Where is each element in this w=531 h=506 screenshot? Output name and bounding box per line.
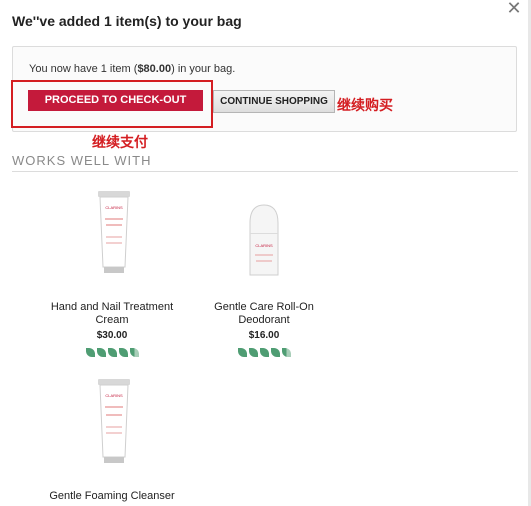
rating-stars — [42, 348, 182, 357]
product-name[interactable]: Gentle Care Roll-On Deodorant — [194, 301, 334, 327]
rating-stars — [194, 348, 334, 357]
product-card[interactable]: Hand and Nail Treatment Cream $30.00 — [42, 301, 182, 357]
product-card[interactable]: Gentle Foaming Cleanser — [42, 490, 182, 503]
product-name[interactable]: Gentle Foaming Cleanser — [42, 490, 182, 503]
svg-text:CLARINS: CLARINS — [105, 205, 123, 210]
product-name[interactable]: Hand and Nail Treatment Cream — [42, 301, 182, 327]
leaf-rating-icon — [96, 348, 106, 357]
leaf-rating-half-icon — [129, 348, 139, 357]
proceed-to-checkout-button[interactable]: PROCEED TO CHECK-OUT — [28, 90, 203, 111]
tube-icon[interactable]: CLARINS — [94, 377, 134, 469]
close-icon[interactable]: ✕ — [506, 0, 522, 17]
tube-icon[interactable]: CLARINS — [94, 189, 134, 279]
leaf-rating-icon — [248, 348, 258, 357]
cart-amount: $80.00 — [137, 63, 172, 75]
product-price: $16.00 — [248, 330, 280, 341]
svg-text:CLARINS: CLARINS — [105, 393, 123, 398]
leaf-rating-icon — [107, 348, 117, 357]
annotation-proceed-payment: 继续支付 — [92, 134, 148, 150]
leaf-rating-icon — [118, 348, 128, 357]
section-divider — [12, 171, 518, 172]
bottle-icon[interactable]: CLARINS — [244, 203, 284, 279]
leaf-rating-icon — [85, 348, 95, 357]
leaf-rating-icon — [237, 348, 247, 357]
modal-title: We''ve added 1 item(s) to your bag — [12, 13, 242, 29]
leaf-rating-half-icon — [281, 348, 291, 357]
leaf-rating-icon — [270, 348, 280, 357]
svg-text:CLARINS: CLARINS — [255, 243, 273, 248]
product-price: $30.00 — [96, 330, 128, 341]
cart-message: You now have 1 item ($80.00) in your bag… — [29, 63, 236, 75]
annotation-continue-shopping: 继续购买 — [337, 97, 393, 113]
continue-shopping-button[interactable]: CONTINUE SHOPPING — [213, 90, 335, 113]
product-card[interactable]: Gentle Care Roll-On Deodorant $16.00 — [194, 301, 334, 357]
works-well-with-title: WORKS WELL WITH — [12, 153, 152, 168]
leaf-rating-icon — [259, 348, 269, 357]
